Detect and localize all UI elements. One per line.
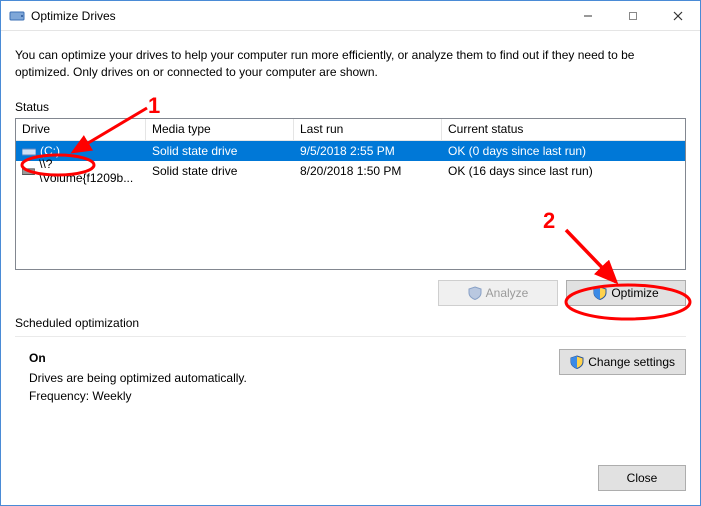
scheduled-desc: Drives are being optimized automatically… xyxy=(29,371,559,385)
close-button[interactable]: Close xyxy=(598,465,686,491)
last-run: 8/20/2018 1:50 PM xyxy=(300,164,401,178)
analyze-button: Analyze xyxy=(438,280,558,306)
scheduled-state: On xyxy=(29,351,559,365)
list-header: Drive Media type Last run Current status xyxy=(16,119,685,141)
drive-icon xyxy=(22,166,35,176)
last-run: 9/5/2018 2:55 PM xyxy=(300,144,395,158)
optimize-label: Optimize xyxy=(611,286,658,300)
minimize-icon xyxy=(583,11,593,21)
close-icon xyxy=(673,11,683,21)
app-icon xyxy=(9,8,25,24)
drive-name: \\?\Volume{f1209b... xyxy=(39,157,140,185)
current-status: OK (0 days since last run) xyxy=(448,144,586,158)
col-last-run[interactable]: Last run xyxy=(294,119,442,140)
scheduled-text: On Drives are being optimized automatica… xyxy=(15,345,559,407)
current-status: OK (16 days since last run) xyxy=(448,164,593,178)
scheduled-heading: Scheduled optimization xyxy=(15,316,686,330)
drive-name: (C:) xyxy=(40,144,60,158)
minimize-button[interactable] xyxy=(565,1,610,31)
close-label: Close xyxy=(627,471,658,485)
drive-icon xyxy=(22,146,36,156)
titlebar: Optimize Drives xyxy=(1,1,700,31)
media-type: Solid state drive xyxy=(152,164,237,178)
optimize-drives-window: Optimize Drives You can optimize your dr… xyxy=(0,0,701,506)
optimize-button[interactable]: Optimize xyxy=(566,280,686,306)
scheduled-freq: Frequency: Weekly xyxy=(29,389,559,403)
change-settings-button[interactable]: Change settings xyxy=(559,349,686,375)
col-drive[interactable]: Drive xyxy=(16,119,146,140)
divider xyxy=(15,336,686,337)
shield-icon xyxy=(570,355,584,369)
window-title: Optimize Drives xyxy=(31,9,116,23)
change-settings-label: Change settings xyxy=(588,355,675,369)
drive-row[interactable]: \\?\Volume{f1209b... Solid state drive 8… xyxy=(16,161,685,181)
footer: Close xyxy=(1,451,700,505)
shield-icon xyxy=(593,286,607,300)
maximize-button[interactable] xyxy=(610,1,655,31)
shield-icon xyxy=(468,286,482,300)
description-text: You can optimize your drives to help you… xyxy=(15,47,686,82)
media-type: Solid state drive xyxy=(152,144,237,158)
maximize-icon xyxy=(628,11,638,21)
col-current-status[interactable]: Current status xyxy=(442,119,685,140)
status-label: Status xyxy=(15,100,686,114)
analyze-label: Analyze xyxy=(486,286,529,300)
close-window-button[interactable] xyxy=(655,1,700,31)
drives-list: Drive Media type Last run Current status… xyxy=(15,118,686,270)
col-media[interactable]: Media type xyxy=(146,119,294,140)
